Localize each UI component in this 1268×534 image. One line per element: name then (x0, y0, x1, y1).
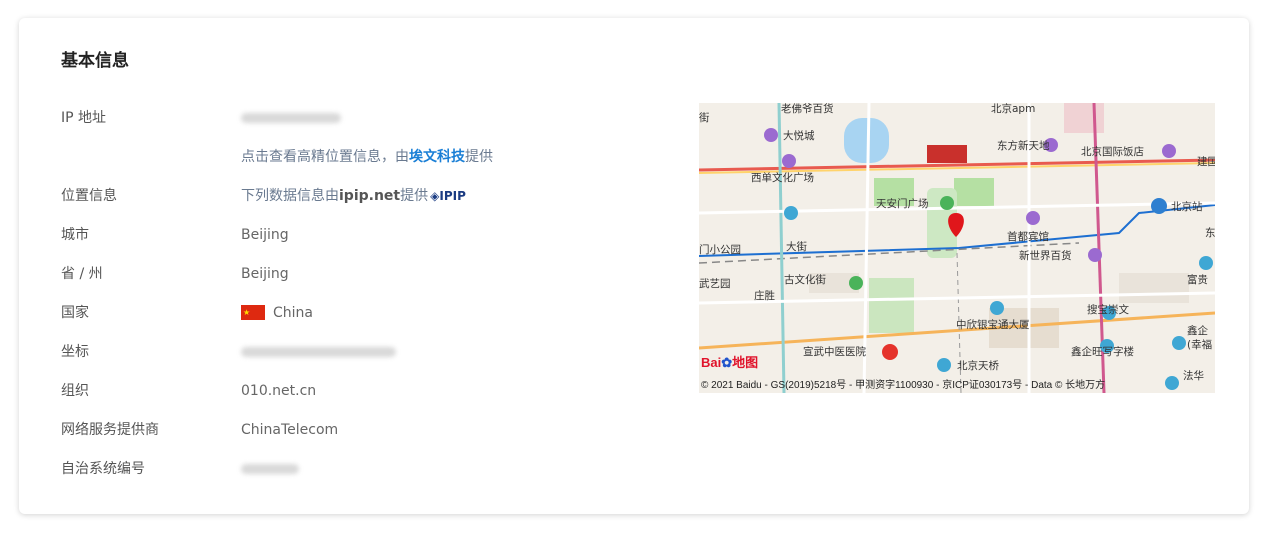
svg-text:东: 东 (1205, 226, 1215, 239)
svg-text:北京国际饭店: 北京国际饭店 (1081, 145, 1144, 158)
location-map[interactable]: 大悦城 东方新天地 北京国际饭店 西单文化广场 天安门广场 北京站 门小公园 大… (699, 103, 1215, 393)
asn-label: 自治系统编号 (61, 461, 145, 477)
isp-label: 网络服务提供商 (61, 422, 159, 438)
svg-text:大悦城: 大悦城 (783, 129, 815, 142)
svg-text:首都宾馆: 首都宾馆 (1007, 230, 1049, 243)
svg-text:天安门广场: 天安门广场 (876, 197, 929, 210)
asn-value-redacted (241, 459, 299, 479)
map-copyright: © 2021 Baidu - GS(2019)5218号 - 甲测资字11009… (701, 380, 1106, 391)
svg-text:门小公园: 门小公园 (699, 243, 741, 256)
ipip-link[interactable]: ipip.net (339, 188, 400, 204)
svg-text:东方新天地: 东方新天地 (997, 139, 1050, 152)
isp-value: ChinaTelecom (241, 422, 339, 438)
svg-text:古文化街: 古文化街 (784, 273, 826, 286)
svg-text:大街: 大街 (786, 240, 807, 253)
svg-text:新世界百货: 新世界百货 (1019, 249, 1072, 262)
city-label: 城市 (61, 227, 89, 243)
location-source: 下列数据信息由ipip.net提供 ◈IPIP (241, 188, 466, 204)
svg-text:中欣银宝通大厦: 中欣银宝通大厦 (956, 318, 1030, 331)
ipplus-brand-link[interactable]: 埃文科技 (409, 149, 465, 165)
ip-value-redacted (241, 108, 341, 128)
city-value: Beijing (241, 227, 289, 243)
section-title: 基本信息 (61, 51, 129, 71)
svg-text:鑫企旺写字楼: 鑫企旺写字楼 (1071, 345, 1134, 358)
svg-text:(幸福: (幸福 (1187, 338, 1212, 351)
svg-text:武艺园: 武艺园 (699, 277, 731, 290)
svg-text:北京天桥: 北京天桥 (957, 359, 999, 372)
province-value: Beijing (241, 266, 289, 282)
svg-text:搜宝崇文: 搜宝崇文 (1087, 303, 1129, 316)
ipip-logo-icon: ◈IPIP (430, 189, 466, 203)
svg-text:老佛爷百货: 老佛爷百货 (781, 103, 834, 115)
basic-info-card: 基本信息 IP 地址 点击查看高精位置信息，由埃文科技提供 位置信息 下列数据信… (19, 18, 1249, 514)
coords-value-redacted (241, 342, 396, 362)
location-label: 位置信息 (61, 188, 117, 204)
province-label: 省 / 州 (61, 266, 103, 282)
china-flag-icon (241, 303, 265, 323)
svg-text:北京apm: 北京apm (991, 103, 1035, 115)
org-label: 组织 (61, 383, 89, 399)
coords-label: 坐标 (61, 344, 89, 360)
ip-label: IP 地址 (61, 110, 107, 126)
svg-text:庄胜: 庄胜 (754, 289, 775, 302)
map-canvas: 大悦城 东方新天地 北京国际饭店 西单文化广场 天安门广场 北京站 门小公园 大… (699, 103, 1215, 393)
svg-text:北京站: 北京站 (1171, 200, 1203, 213)
org-value: 010.net.cn (241, 383, 317, 399)
svg-text:富贵: 富贵 (1187, 273, 1208, 286)
svg-text:街: 街 (699, 111, 710, 124)
svg-text:建国: 建国 (1197, 155, 1215, 168)
svg-text:鑫企: 鑫企 (1187, 324, 1209, 337)
precise-location-link[interactable]: 点击查看高精位置信息，由埃文科技提供 (241, 147, 493, 167)
baidu-map-logo: Bai✿地图 (701, 355, 759, 370)
country-value: China (241, 303, 313, 323)
svg-text:西单文化广场: 西单文化广场 (751, 171, 814, 184)
svg-text:法华: 法华 (1183, 369, 1204, 382)
baidu-paw-icon: ✿ (721, 355, 733, 370)
country-label: 国家 (61, 305, 89, 321)
svg-text:宣武中医医院: 宣武中医医院 (803, 345, 866, 358)
